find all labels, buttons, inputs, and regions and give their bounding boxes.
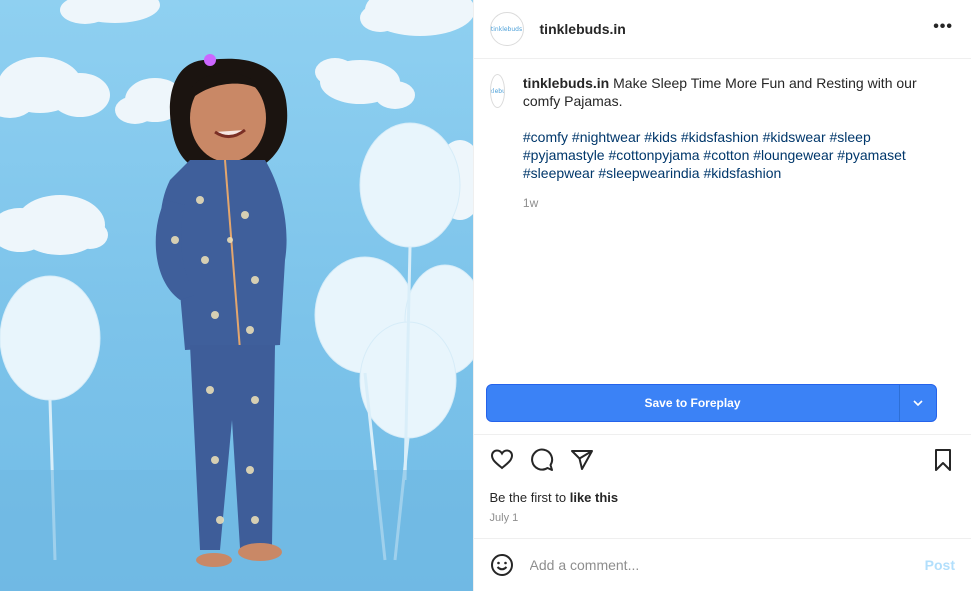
save-button-label[interactable]: Save to Foreplay [487, 385, 899, 421]
avatar-logo-text: tinklebuds [490, 25, 523, 33]
post-details-panel: tinklebuds tinklebuds.in ••• tinklebuds … [472, 0, 971, 591]
save-to-foreplay-button[interactable]: Save to Foreplay [485, 384, 937, 422]
caption-text-block: tinklebuds.in Make Sleep Time More Fun a… [523, 74, 940, 212]
divider [473, 538, 971, 539]
caption-username[interactable]: tinklebuds.in [523, 75, 609, 91]
chevron-down-icon[interactable] [898, 385, 936, 421]
caption-timestamp: 1w [522, 196, 539, 210]
post-date: July 1 [489, 512, 519, 524]
caption-avatar-logo-text: tinklebuds [489, 87, 504, 95]
photo-backdrop [0, 0, 473, 591]
post-actions [490, 448, 955, 476]
heart-icon[interactable] [490, 448, 514, 472]
comment-icon[interactable] [530, 448, 554, 472]
post-username[interactable]: tinklebuds.in [540, 21, 626, 37]
bookmark-icon[interactable] [931, 448, 955, 472]
comment-box: Post [490, 550, 955, 580]
caption-hashtags[interactable]: #comfy #nightwear #kids #kidsfashion #ki… [523, 128, 940, 182]
comment-input[interactable] [527, 556, 925, 574]
avatar[interactable]: tinklebuds [489, 12, 524, 46]
caption-body: tinklebuds.in Make Sleep Time More Fun a… [523, 74, 940, 110]
post-caption: tinklebuds tinklebuds.in Make Sleep Time… [489, 74, 940, 212]
emoji-icon[interactable] [490, 553, 514, 577]
post-header: tinklebuds tinklebuds.in ••• [473, 0, 971, 59]
caption-avatar[interactable]: tinklebuds [489, 74, 505, 108]
likes-text: Be the first to like this [490, 490, 619, 505]
likes-prefix: Be the first to [489, 490, 570, 505]
more-horizontal-icon[interactable]: ••• [933, 18, 953, 36]
share-icon[interactable] [570, 448, 594, 472]
like-this-link[interactable]: like this [570, 490, 618, 505]
post-comment-button[interactable]: Post [925, 557, 955, 573]
post-image[interactable] [0, 0, 473, 591]
instagram-post-modal: tinklebuds tinklebuds.in ••• tinklebuds … [0, 0, 971, 591]
divider [473, 434, 971, 435]
